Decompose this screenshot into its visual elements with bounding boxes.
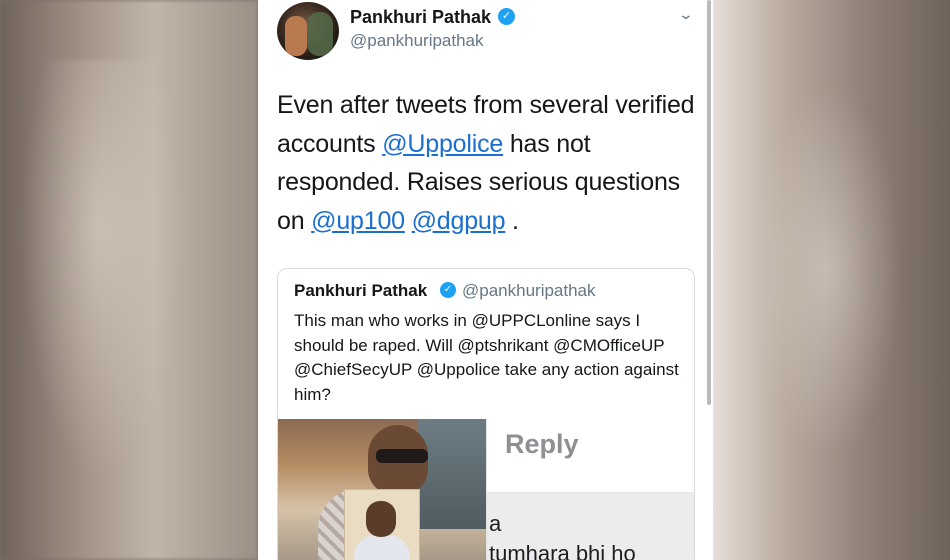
mention-link[interactable]: @Uppolice (382, 130, 503, 158)
mention-link[interactable]: @dgpup (412, 207, 506, 235)
photo-inset-face (366, 501, 396, 537)
background-left (0, 0, 258, 560)
quoted-media-photo[interactable] (278, 419, 486, 560)
photo-background (418, 419, 486, 529)
photo-inset-shirt (354, 535, 410, 560)
author-name[interactable]: Pankhuri Pathak (350, 7, 491, 28)
tweet-text-part: . (505, 206, 519, 235)
verified-badge-icon: ✓ (440, 282, 456, 298)
quoted-author-handle: @pankhuripathak (462, 281, 596, 300)
comment-text: a tumhara bhi ho (489, 511, 636, 560)
tweet-text-part (405, 207, 412, 235)
quoted-tweet[interactable]: Pankhuri Pathak ✓ @pankhuripathak This m… (277, 268, 695, 560)
verified-badge-icon: ✓ (498, 8, 515, 25)
background-right (713, 0, 950, 560)
reply-strip: Reply (487, 419, 694, 493)
quoted-media-screenshot[interactable]: Reply a tumhara bhi ho (486, 419, 694, 560)
quoted-tweet-text: This man who works in @UPPCLonline says … (294, 311, 679, 404)
photo-sunglasses (376, 449, 428, 463)
tweet-text: Even after tweets from several verified … (277, 86, 707, 240)
avatar[interactable] (277, 2, 339, 60)
author-handle[interactable]: @pankhuripathak (350, 31, 484, 51)
reply-label: Reply (505, 429, 579, 459)
quoted-author-name: Pankhuri Pathak (294, 281, 428, 300)
chevron-down-icon[interactable]: ⌄ (678, 6, 694, 23)
mention-link[interactable]: @up100 (311, 207, 405, 235)
scrollbar[interactable] (707, 0, 711, 405)
